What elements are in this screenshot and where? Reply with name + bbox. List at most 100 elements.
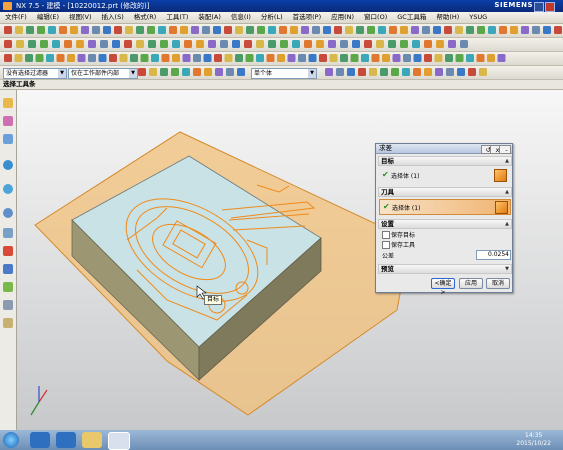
system-materials-icon[interactable] [3,228,13,238]
toolbar-button-icon[interactable] [378,26,386,34]
toolbar-button-icon[interactable] [26,26,34,34]
toolbar-button-icon[interactable] [488,26,496,34]
ok-button[interactable]: <确定> [431,278,455,296]
folder-icon[interactable] [82,432,102,448]
toolbar-button-icon[interactable] [466,26,474,34]
toolbar-button-icon[interactable] [235,26,243,34]
tool-select-row[interactable]: ✔ 选择体 (1) [379,199,511,215]
toolbar-button-icon[interactable] [336,68,344,76]
toolbar-button-icon[interactable] [521,26,529,34]
menu-view[interactable]: 视图(V) [64,12,97,23]
toolbar-button-icon[interactable] [77,54,86,62]
toolbar-button-icon[interactable] [367,26,375,34]
toolbar-button-icon[interactable] [182,54,191,62]
toolbar-button-icon[interactable] [224,26,232,34]
snap-toolbar-icons[interactable] [0,66,563,79]
toolbar-button-icon[interactable] [279,26,287,34]
toolbar-button-icon[interactable] [193,54,201,62]
toolbar-button-icon[interactable] [388,40,396,48]
tolerance-input[interactable]: 0.0254 [476,250,511,260]
toolbar-button-icon[interactable] [403,54,411,62]
tool-group-header[interactable]: 刀具 ▲ [378,187,512,197]
toolbar-button-icon[interactable] [435,68,443,76]
toolbar-button-icon[interactable] [257,26,265,34]
menu-info[interactable]: 信息(I) [226,12,256,23]
nx-taskbar-icon[interactable] [108,432,130,450]
collapse-icon[interactable]: - [499,145,511,154]
toolbar-button-icon[interactable] [369,68,377,76]
toolbar-button-icon[interactable] [256,40,264,48]
toolbar-button-icon[interactable] [98,54,107,62]
toolbar-button-icon[interactable] [468,68,476,76]
toolbar-button-icon[interactable] [169,26,177,34]
toolbar-button-icon[interactable] [171,68,179,76]
toolbar-button-icon[interactable] [114,26,122,34]
toolbar-button-icon[interactable] [277,54,285,62]
toolbar-button-icon[interactable] [138,68,146,76]
toolbar-button-icon[interactable] [413,54,422,62]
toolbar-button-icon[interactable] [389,26,397,34]
system-scene-icon[interactable] [3,300,13,310]
toolbar-button-icon[interactable] [235,54,243,62]
toolbar-button-icon[interactable] [400,26,408,34]
toolbar-button-icon[interactable] [76,40,84,48]
toolbar-button-icon[interactable] [347,68,355,76]
toolbar-button-icon[interactable] [268,26,276,34]
toolbar-button-icon[interactable] [402,68,410,76]
toolbar-button-icon[interactable] [361,54,369,62]
toolbar-button-icon[interactable] [88,40,96,48]
toolbar-button-icon[interactable] [40,40,48,48]
toolbar-button-icon[interactable] [180,26,188,34]
toolbar-button-icon[interactable] [172,40,180,48]
toolbar-button-icon[interactable] [444,26,452,34]
cancel-button[interactable]: 取消 [486,278,510,289]
toolbar-button-icon[interactable] [424,68,432,76]
toolbar-button-icon[interactable] [15,26,23,34]
apply-button[interactable]: 应用 [459,278,483,289]
toolbar-button-icon[interactable] [46,54,54,62]
toolbar-button-icon[interactable] [532,26,540,34]
toolbar-button-icon[interactable] [382,54,390,62]
toolbar-button-icon[interactable] [510,26,518,34]
toolbar-button-icon[interactable] [4,26,12,34]
toolbar-button-icon[interactable] [213,26,221,34]
toolbar-button-icon[interactable] [109,54,117,62]
toolbar-button-icon[interactable] [364,40,372,48]
system-clock[interactable]: 14:35 2015/10/22 [516,432,551,448]
toolbar-button-icon[interactable] [298,54,306,62]
menu-ysug[interactable]: YSUG [464,12,492,23]
toolbar-icons-row-2[interactable] [0,38,563,51]
toolbar-button-icon[interactable] [59,26,67,34]
toolbar-button-icon[interactable] [130,54,138,62]
preview-group-header[interactable]: 预览 ▼ [378,264,512,274]
toolbar-button-icon[interactable] [448,40,456,48]
toolbar-button-icon[interactable] [499,26,507,34]
toolbar-button-icon[interactable] [376,40,384,48]
toolbar-button-icon[interactable] [413,68,421,76]
menu-help[interactable]: 帮助(H) [431,12,464,23]
keep-target-checkbox[interactable] [382,231,390,239]
menu-edit[interactable]: 编辑(E) [32,12,64,23]
part-navigator-icon[interactable] [3,134,13,144]
settings-group-header[interactable]: 设置 ▲ [378,219,512,229]
toolbar-button-icon[interactable] [160,40,168,48]
toolbar-button-icon[interactable] [100,40,108,48]
toolbar-button-icon[interactable] [119,54,128,62]
toolbar-button-icon[interactable] [160,68,168,76]
toolbar-button-icon[interactable] [246,26,254,34]
toolbar-button-icon[interactable] [479,68,487,76]
toolbar-button-icon[interactable] [292,40,300,48]
taskbar-app-2-icon[interactable] [56,432,76,448]
toolbar-button-icon[interactable] [196,40,204,48]
start-button[interactable] [3,432,19,448]
toolbar-button-icon[interactable] [37,26,45,34]
toolbar-button-icon[interactable] [312,26,320,34]
toolbar-button-icon[interactable] [371,54,380,62]
toolbar-button-icon[interactable] [411,26,419,34]
toolbar-button-icon[interactable] [422,26,430,34]
toolbar-button-icon[interactable] [328,40,336,48]
toolbar-button-icon[interactable] [340,54,348,62]
menu-window[interactable]: 窗口(O) [359,12,392,23]
toolbar-icons-row-1[interactable] [0,24,563,37]
toolbar-button-icon[interactable] [184,40,192,48]
